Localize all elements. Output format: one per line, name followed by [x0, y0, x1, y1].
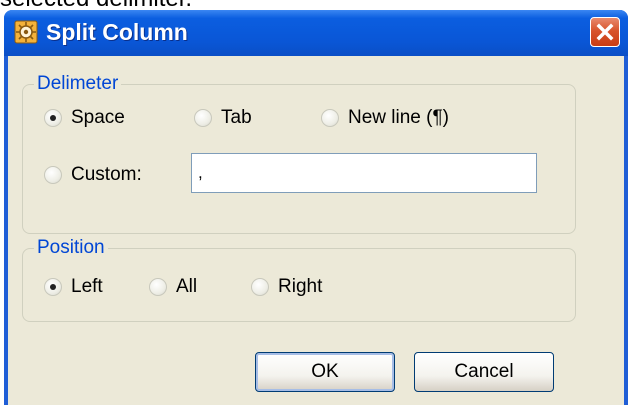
- radio-space-label: Space: [71, 107, 125, 128]
- title-bar[interactable]: Split Column: [4, 10, 628, 56]
- position-legend: Position: [34, 238, 108, 258]
- radio-right-indicator: [251, 278, 269, 296]
- radio-space[interactable]: Space: [44, 107, 125, 129]
- radio-tab[interactable]: Tab: [194, 107, 252, 129]
- split-column-dialog: Split Column Delimeter Space Tab New lin…: [4, 10, 628, 405]
- delimiter-legend: Delimeter: [34, 74, 122, 94]
- radio-right[interactable]: Right: [251, 276, 322, 298]
- close-icon: [596, 23, 614, 41]
- radio-left-indicator: [44, 278, 62, 296]
- radio-new-line-indicator: [321, 109, 339, 127]
- dialog-body: Delimeter Space Tab New line (¶) Custom:…: [8, 56, 624, 405]
- radio-right-label: Right: [278, 276, 323, 297]
- radio-all-indicator: [149, 278, 167, 296]
- radio-space-indicator: [44, 109, 62, 127]
- app-gear-icon: [14, 20, 38, 44]
- custom-delimiter-input[interactable]: [191, 153, 537, 193]
- radio-new-line-label: New line (¶): [348, 107, 450, 128]
- ok-button[interactable]: OK: [255, 352, 395, 392]
- dialog-title: Split Column: [46, 19, 188, 45]
- radio-left-label: Left: [71, 276, 103, 297]
- radio-left[interactable]: Left: [44, 276, 103, 298]
- radio-tab-label: Tab: [221, 107, 252, 128]
- radio-custom-label: Custom:: [71, 164, 142, 185]
- radio-tab-indicator: [194, 109, 212, 127]
- radio-custom-indicator: [44, 166, 62, 184]
- radio-new-line[interactable]: New line (¶): [321, 107, 449, 129]
- radio-custom[interactable]: Custom:: [44, 164, 142, 186]
- radio-all-label: All: [176, 276, 198, 297]
- radio-all[interactable]: All: [149, 276, 197, 298]
- close-button[interactable]: [590, 17, 620, 47]
- cancel-button[interactable]: Cancel: [414, 352, 554, 392]
